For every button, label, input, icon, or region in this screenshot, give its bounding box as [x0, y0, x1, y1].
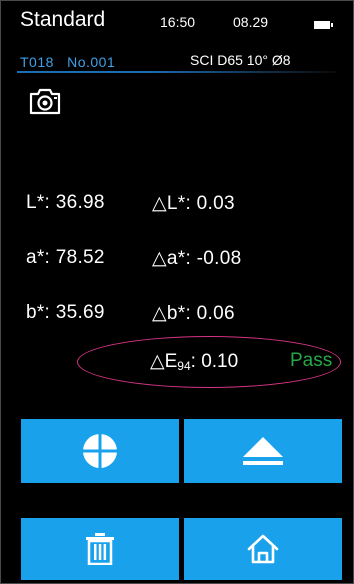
home-button[interactable] [184, 518, 342, 580]
measurement-settings: SCI D65 10° Ø8 [190, 52, 291, 68]
delta-b-label: △b*: [152, 303, 192, 324]
pass-status: Pass [290, 350, 333, 371]
page-title: Standard [20, 8, 106, 31]
clock-time: 16:50 [160, 14, 196, 30]
delta-b-value: 0.06 [196, 303, 235, 324]
home-icon [247, 534, 279, 564]
delta-l-label: △L*: [152, 193, 192, 214]
delta-e-label: △E [150, 351, 178, 372]
clock-date: 08.29 [233, 14, 269, 30]
camera-icon[interactable] [28, 87, 62, 120]
a-star-value: 78.52 [55, 247, 105, 268]
measure-button[interactable] [21, 419, 179, 483]
battery-icon [314, 21, 333, 29]
sample-id: T018 [20, 54, 54, 70]
trash-icon [86, 533, 114, 565]
delta-e-reading: △E94: 0.10 [150, 350, 238, 373]
delta-l-reading: △L*: 0.03 [152, 192, 235, 215]
sample-info: T018 No.001 [20, 54, 115, 70]
eject-icon [243, 437, 283, 465]
a-star-label: a*: [26, 247, 51, 268]
l-star-label: L*: [26, 192, 51, 213]
l-star-value: 36.98 [55, 192, 105, 213]
b-star-value: 35.69 [55, 302, 105, 323]
crosshair-circle-icon [82, 433, 118, 469]
delta-e-subscript: 94 [177, 359, 191, 373]
sample-number: No.001 [67, 54, 116, 70]
l-star-reading: L*: 36.98 [26, 192, 105, 214]
delta-l-value: 0.03 [196, 193, 235, 214]
delete-button[interactable] [21, 518, 179, 580]
b-star-label: b*: [26, 302, 51, 323]
b-star-reading: b*: 35.69 [26, 302, 105, 324]
delta-a-reading: △a*: -0.08 [152, 247, 241, 270]
delta-b-reading: △b*: 0.06 [152, 302, 235, 325]
header-divider [17, 71, 337, 73]
delta-a-label: △a*: [152, 248, 192, 269]
a-star-reading: a*: 78.52 [26, 247, 105, 269]
eject-button[interactable] [184, 419, 342, 483]
delta-a-value: -0.08 [196, 248, 242, 269]
delta-e-value: : 0.10 [190, 351, 239, 372]
